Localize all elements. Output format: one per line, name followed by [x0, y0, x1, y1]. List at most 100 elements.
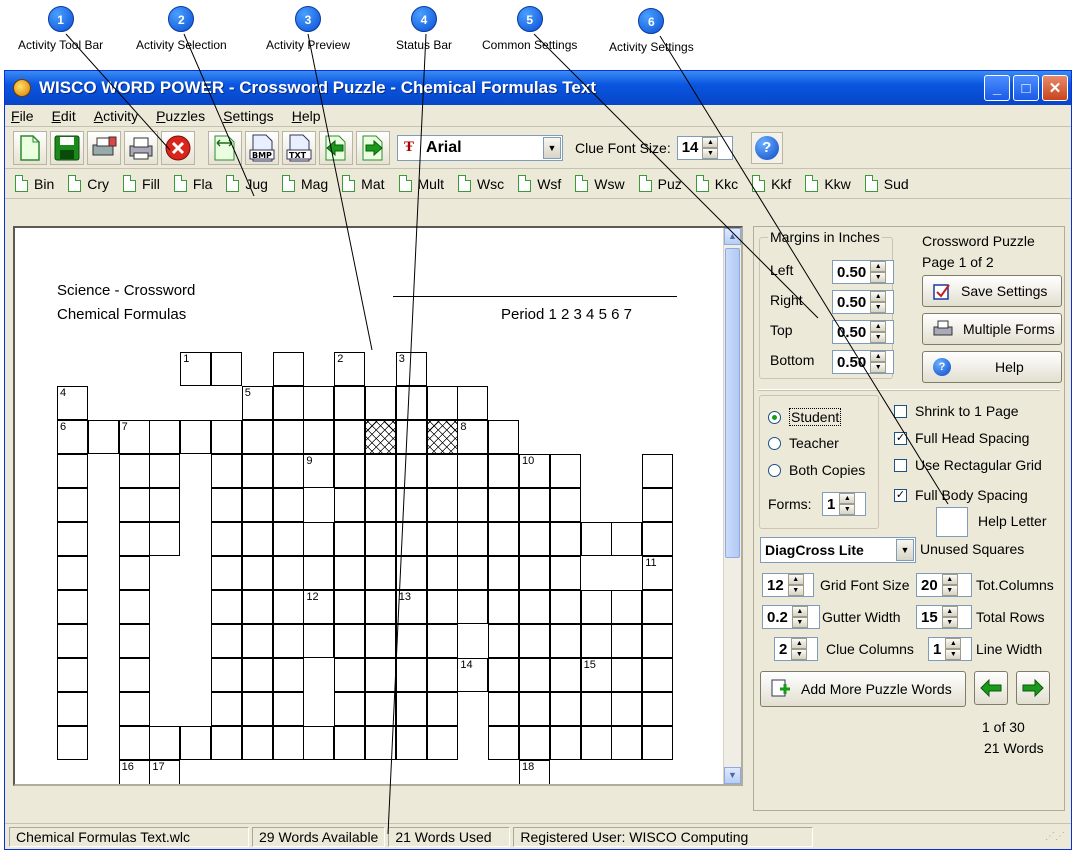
grid-cell — [611, 658, 643, 692]
activity-bin[interactable]: Bin — [15, 175, 54, 192]
menu-file[interactable]: File — [11, 108, 34, 124]
spin-down-icon[interactable]: ▼ — [702, 147, 719, 159]
maximize-button[interactable]: □ — [1013, 75, 1039, 101]
margin-left-spinner[interactable]: 0.50 ▲ ▼ — [832, 260, 894, 284]
font-select[interactable]: Ŧ Arial ▼ — [397, 134, 563, 161]
spin-down-icon[interactable]: ▼ — [787, 585, 804, 596]
activity-wsc[interactable]: Wsc — [457, 175, 504, 192]
margin-right-spinner[interactable]: 0.50 ▲ ▼ — [832, 290, 894, 314]
option-full-body[interactable]: ✓ Full Body Spacing — [894, 487, 1028, 503]
menu-help[interactable]: Help — [292, 108, 321, 124]
margin-top-spinner[interactable]: 0.50 ▲ ▼ — [832, 320, 894, 344]
print-setup-button[interactable] — [87, 130, 121, 165]
menu-activity[interactable]: Activity — [94, 108, 138, 124]
spin-up-icon[interactable]: ▲ — [941, 574, 958, 585]
spin-down-icon[interactable]: ▼ — [791, 617, 808, 628]
txt-button[interactable]: TXT — [282, 130, 316, 165]
multiple-forms-button[interactable]: Multiple Forms — [922, 313, 1062, 345]
spin-down-icon[interactable]: ▼ — [870, 362, 887, 373]
radio-student[interactable]: Student — [768, 408, 842, 426]
close-button[interactable]: ✕ — [1042, 75, 1068, 101]
spin-down-icon[interactable]: ▼ — [945, 649, 962, 660]
grid-font-size-spinner[interactable]: 12 ▲ ▼ — [762, 573, 814, 597]
spin-up-icon[interactable]: ▲ — [870, 351, 887, 362]
activity-cry[interactable]: Cry — [68, 175, 109, 192]
activity-wsw[interactable]: Wsw — [575, 175, 625, 192]
spin-down-icon[interactable]: ▼ — [870, 302, 887, 313]
spin-up-icon[interactable]: ▲ — [870, 321, 887, 332]
spin-up-icon[interactable]: ▲ — [870, 291, 887, 302]
minimize-button[interactable]: _ — [984, 75, 1010, 101]
activity-kkf[interactable]: Kkf — [752, 175, 791, 192]
bmp-button[interactable]: BMP — [245, 130, 279, 165]
radio-both-copies[interactable]: Both Copies — [768, 462, 865, 478]
margin-bottom-spinner[interactable]: 0.50 ▲ ▼ — [832, 350, 894, 374]
spin-up-icon[interactable]: ▲ — [839, 493, 856, 504]
activity-fill[interactable]: Fill — [123, 175, 160, 192]
chevron-down-icon[interactable]: ▼ — [896, 539, 914, 561]
add-puzzle-words-button[interactable]: Add More Puzzle Words — [760, 671, 966, 707]
save-button[interactable] — [50, 130, 84, 165]
activity-mag[interactable]: Mag — [281, 175, 328, 192]
prev-button[interactable] — [319, 130, 353, 165]
clue-font-size-spinner[interactable]: 14 ▲ ▼ — [676, 135, 733, 160]
activity-puz[interactable]: Puz — [638, 175, 682, 192]
spin-up-icon[interactable]: ▲ — [945, 638, 962, 649]
chevron-down-icon[interactable]: ▼ — [543, 136, 561, 159]
spin-up-icon[interactable]: ▲ — [791, 606, 808, 617]
total-rows-spinner[interactable]: 15 ▲ ▼ — [916, 605, 972, 629]
activity-preview[interactable]: Science - Crossword Chemical Formulas Pe… — [13, 226, 743, 786]
option-rect-grid[interactable]: Use Rectagular Grid — [894, 457, 1042, 473]
spin-up-icon[interactable]: ▲ — [787, 574, 804, 585]
radio-teacher[interactable]: Teacher — [768, 435, 839, 451]
activity-jug[interactable]: Jug — [226, 175, 268, 192]
scroll-down-icon[interactable]: ▼ — [724, 767, 741, 784]
activity-fla[interactable]: Fla — [173, 175, 212, 192]
next-button[interactable] — [356, 130, 390, 165]
spin-down-icon[interactable]: ▼ — [870, 332, 887, 343]
activity-kkw[interactable]: Kkw — [805, 175, 851, 192]
option-shrink[interactable]: Shrink to 1 Page — [894, 403, 1019, 419]
activity-mult[interactable]: Mult — [398, 175, 444, 192]
cancel-button[interactable] — [161, 130, 195, 165]
spin-up-icon[interactable]: ▲ — [941, 606, 958, 617]
help-toolbar-button[interactable]: ? — [750, 131, 783, 164]
help-letter-input[interactable] — [936, 507, 968, 537]
print-button[interactable] — [124, 130, 158, 165]
spin-down-icon[interactable]: ▼ — [791, 649, 808, 660]
spin-down-icon[interactable]: ▼ — [941, 585, 958, 596]
option-full-head[interactable]: ✓ Full Head Spacing — [894, 430, 1029, 446]
spin-up-icon[interactable]: ▲ — [791, 638, 808, 649]
menu-puzzles[interactable]: Puzzles — [156, 108, 205, 124]
line-width-spinner[interactable]: 1 ▲ ▼ — [928, 637, 972, 661]
next-word-button[interactable] — [1016, 671, 1050, 705]
scroll-thumb[interactable] — [725, 248, 740, 558]
spin-down-icon[interactable]: ▼ — [941, 617, 958, 628]
help-button[interactable]: ? Help — [922, 351, 1062, 383]
help-icon: ? — [754, 135, 779, 160]
menu-settings[interactable]: Settings — [223, 108, 274, 124]
activity-kkc[interactable]: Kkc — [695, 175, 738, 192]
forms-spinner[interactable]: 1 ▲ ▼ — [822, 492, 866, 516]
resize-grip-icon[interactable]: ⋰⋰ — [1045, 831, 1065, 842]
spin-down-icon[interactable]: ▼ — [839, 504, 856, 515]
title-bar[interactable]: WISCO WORD POWER - Crossword Puzzle - Ch… — [5, 71, 1071, 105]
prev-word-button[interactable] — [974, 671, 1008, 705]
spin-down-icon[interactable]: ▼ — [870, 272, 887, 283]
activity-mat[interactable]: Mat — [342, 175, 385, 192]
spin-up-icon[interactable]: ▲ — [870, 261, 887, 272]
activity-sud[interactable]: Sud — [864, 175, 909, 192]
menu-edit[interactable]: Edit — [52, 108, 76, 124]
unused-squares-select[interactable]: DiagCross Lite ▼ — [760, 537, 916, 563]
new-button[interactable] — [13, 130, 47, 165]
spin-up-icon[interactable]: ▲ — [702, 136, 719, 148]
clue-columns-spinner[interactable]: 2 ▲ ▼ — [774, 637, 818, 661]
save-settings-button[interactable]: Save Settings — [922, 275, 1062, 307]
fit-button[interactable] — [208, 130, 242, 165]
grid-cell — [426, 590, 458, 624]
tot-columns-spinner[interactable]: 20 ▲ ▼ — [916, 573, 972, 597]
scroll-up-icon[interactable]: ▲ — [724, 228, 741, 245]
preview-scrollbar[interactable]: ▲ ▼ — [723, 228, 741, 784]
gutter-width-spinner[interactable]: 0.2 ▲ ▼ — [762, 605, 820, 629]
activity-wsf[interactable]: Wsf — [518, 175, 561, 192]
